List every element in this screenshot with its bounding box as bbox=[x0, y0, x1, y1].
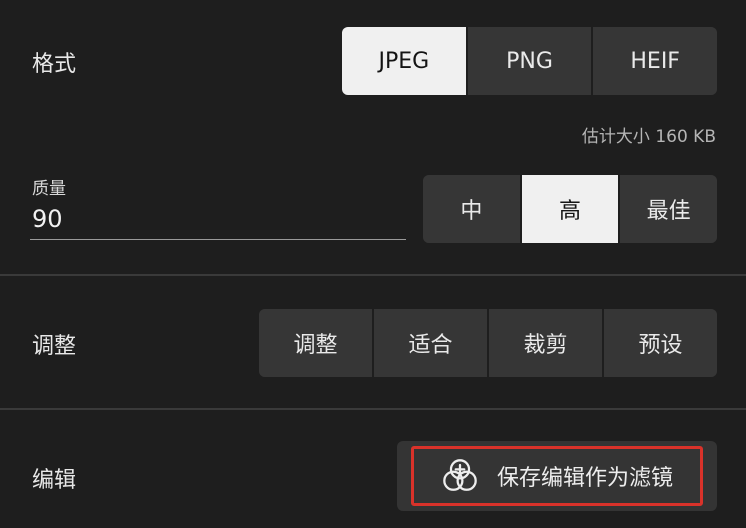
adjust-option-fit[interactable]: 适合 bbox=[374, 309, 489, 377]
divider bbox=[0, 408, 746, 410]
quality-option-medium[interactable]: 中 bbox=[423, 175, 522, 243]
save-edits-as-filter-button[interactable]: 保存编辑作为滤镜 bbox=[397, 441, 717, 511]
format-option-png[interactable]: PNG bbox=[467, 27, 594, 95]
save-edits-as-filter-label: 保存编辑作为滤镜 bbox=[496, 466, 673, 491]
overlapping-circles-plus-icon bbox=[443, 459, 477, 491]
edit-label: 编辑 bbox=[32, 468, 77, 493]
quality-input[interactable] bbox=[30, 198, 406, 240]
quality-option-high[interactable]: 高 bbox=[521, 175, 621, 243]
format-option-jpeg[interactable]: JPEG bbox=[342, 27, 468, 95]
quality-option-best[interactable]: 最佳 bbox=[620, 175, 717, 243]
size-estimate: 估计大小 160 KB bbox=[581, 127, 716, 147]
quality-label: 质量 bbox=[32, 179, 66, 199]
adjust-option-adjust[interactable]: 调整 bbox=[259, 309, 374, 377]
divider bbox=[0, 274, 746, 276]
adjust-option-crop[interactable]: 裁剪 bbox=[489, 309, 604, 377]
adjust-option-preset[interactable]: 预设 bbox=[604, 309, 717, 377]
quality-segmented-control: 中 高 最佳 bbox=[423, 175, 717, 243]
adjust-label: 调整 bbox=[32, 334, 77, 359]
export-settings-panel: 格式 JPEG PNG HEIF 估计大小 160 KB 质量 中 高 最佳 调… bbox=[0, 0, 746, 528]
format-segmented-control: JPEG PNG HEIF bbox=[342, 27, 717, 95]
format-label: 格式 bbox=[32, 52, 77, 77]
highlight-frame: 保存编辑作为滤镜 bbox=[411, 446, 703, 506]
adjust-segmented-control: 调整 适合 裁剪 预设 bbox=[259, 309, 717, 377]
format-option-heif[interactable]: HEIF bbox=[593, 27, 717, 95]
